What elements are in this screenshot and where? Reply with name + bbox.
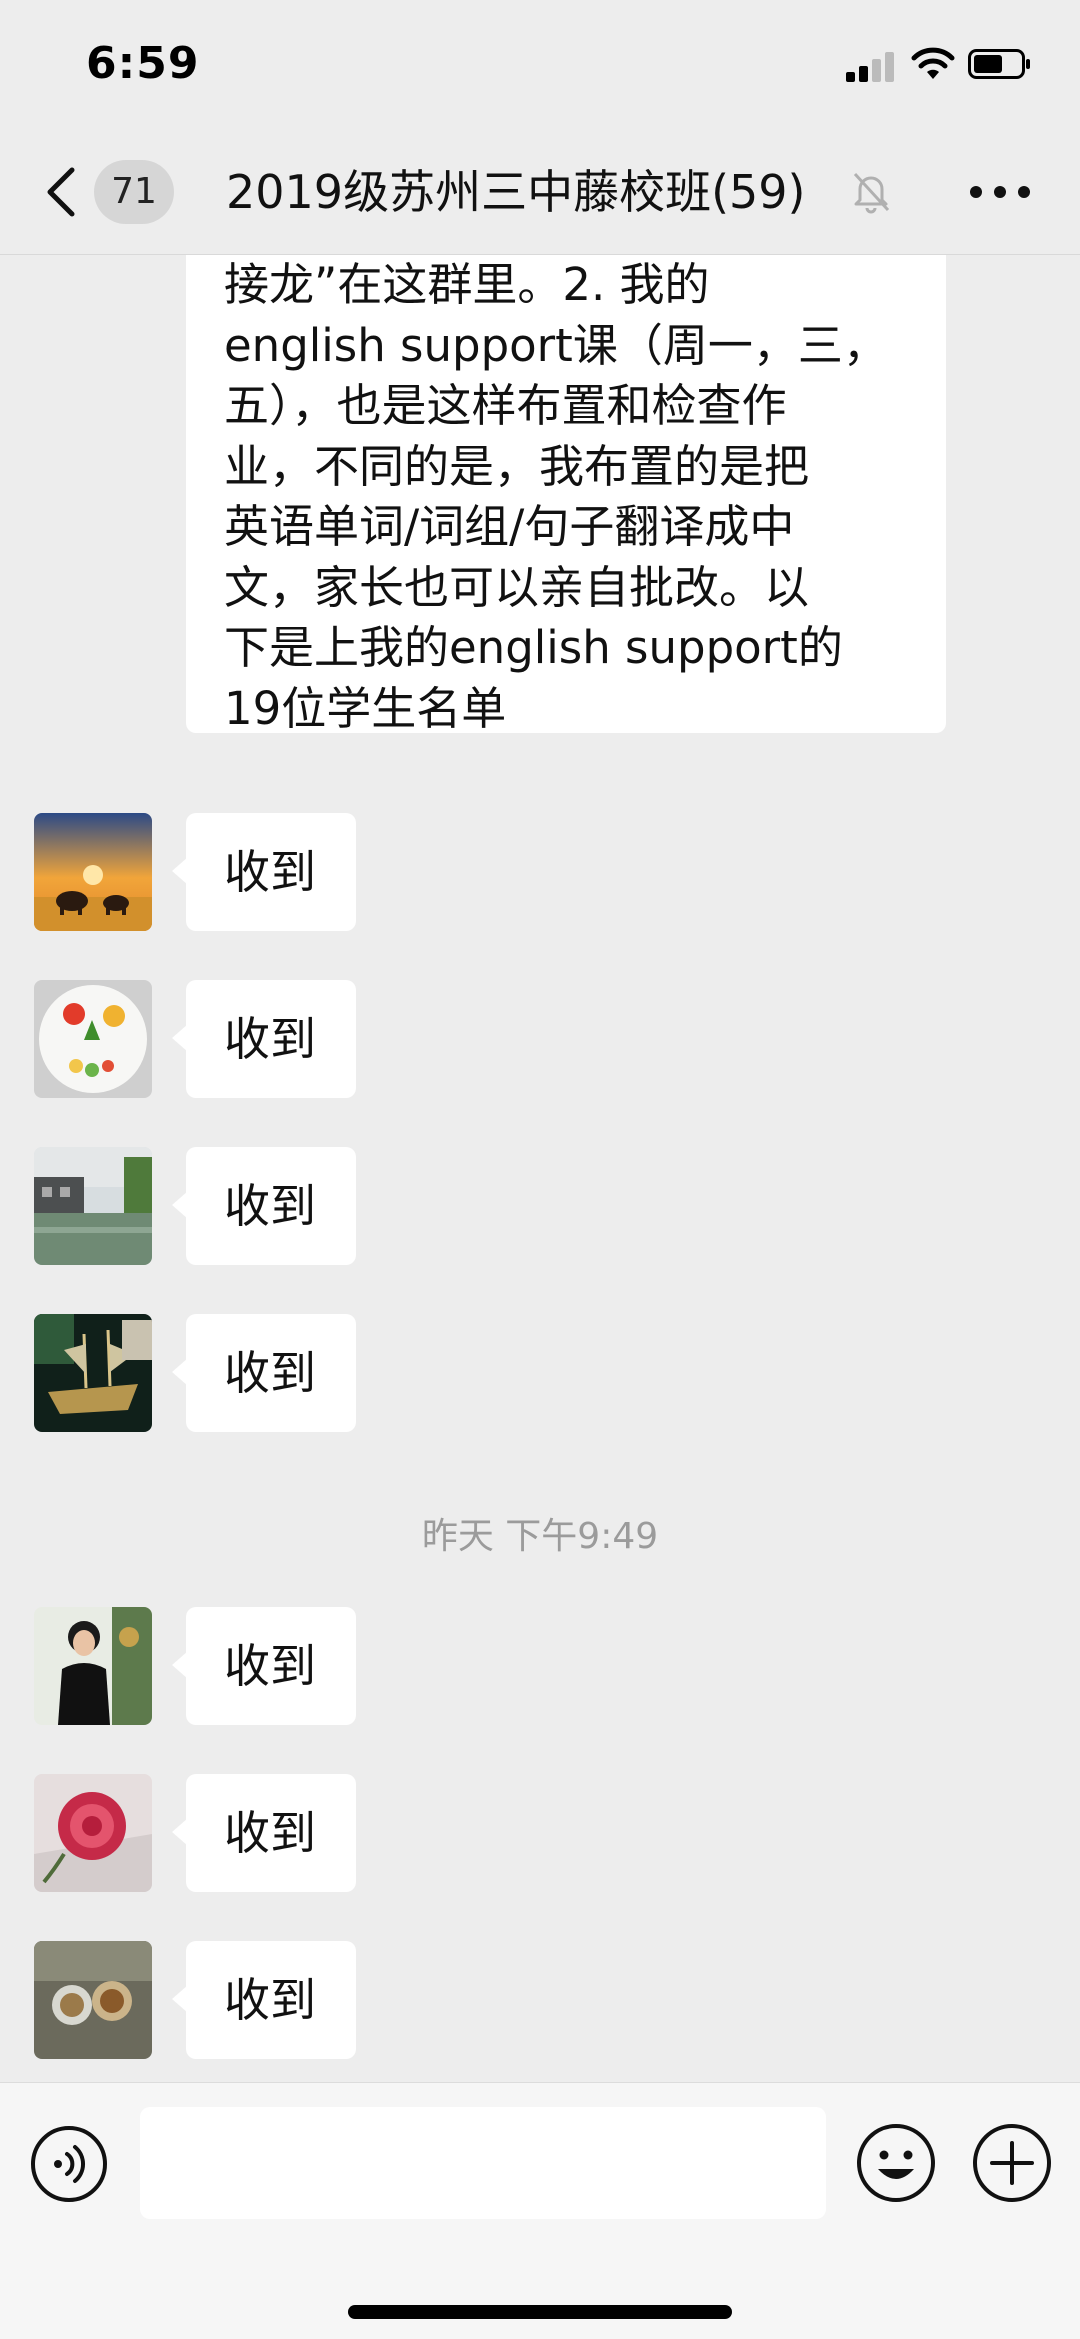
battery-icon	[968, 49, 1030, 79]
message-bubble[interactable]: 收到	[172, 813, 356, 931]
message-text: 收到	[224, 1012, 316, 1066]
avatar[interactable]	[34, 1147, 152, 1265]
message-text: 收到	[224, 1639, 316, 1693]
chat-title: 2019级苏州三中藤校班(59)	[226, 165, 806, 219]
message-row: 收到	[0, 1314, 1080, 1434]
emoji-icon[interactable]	[856, 2123, 936, 2203]
chat-header: 71 2019级苏州三中藤校班(59)	[0, 130, 1080, 255]
wifi-icon	[911, 47, 955, 79]
message-bubble[interactable]: 收到	[172, 1774, 356, 1892]
input-bar	[0, 2082, 1080, 2339]
status-time: 6:59	[86, 38, 200, 89]
unread-count-badge[interactable]: 71	[94, 160, 174, 224]
chevron-left-icon[interactable]	[44, 166, 78, 218]
message-bubble[interactable]: 收到	[172, 1607, 356, 1725]
message-timestamp: 昨天 下午9:49	[421, 1516, 659, 1557]
avatar[interactable]	[34, 1774, 152, 1892]
cellular-signal-icon	[846, 52, 896, 82]
message-row: 收到	[0, 1774, 1080, 1894]
message-bubble[interactable]: 收到	[172, 980, 356, 1098]
chat-screen: 6:59 71 2019级苏州三中藤校班(59) 接龙”在这群里。2. 我的 e…	[0, 0, 1080, 2339]
message-text: 收到	[224, 1973, 316, 2027]
avatar[interactable]	[34, 813, 152, 931]
voice-icon[interactable]	[30, 2125, 108, 2203]
message-text: 收到	[224, 1806, 316, 1860]
message-text: 收到	[224, 1179, 316, 1233]
plus-icon[interactable]	[972, 2123, 1052, 2203]
message-text: 收到	[224, 1346, 316, 1400]
message-row: 收到	[0, 1941, 1080, 2061]
message-text: 收到	[224, 845, 316, 899]
message-row: 收到	[0, 1147, 1080, 1267]
message-bubble[interactable]: 接龙”在这群里。2. 我的 english support课（周一，三， 五），…	[186, 255, 946, 735]
more-dots-icon[interactable]	[970, 184, 1030, 200]
message-bubble[interactable]: 收到	[172, 1941, 356, 2059]
message-bubble[interactable]: 收到	[172, 1314, 356, 1432]
message-row: 收到	[0, 980, 1080, 1100]
message-row: 收到	[0, 813, 1080, 933]
message-list[interactable]: 接龙”在这群里。2. 我的 english support课（周一，三， 五），…	[0, 255, 1080, 2082]
avatar[interactable]	[34, 1941, 152, 2059]
message-text: 接龙”在这群里。2. 我的 english support课（周一，三， 五），…	[224, 258, 888, 735]
message-input[interactable]	[140, 2107, 826, 2219]
avatar[interactable]	[34, 1314, 152, 1432]
message-row: 收到	[0, 1607, 1080, 1727]
bell-slash-icon	[853, 172, 890, 214]
home-indicator[interactable]	[348, 2305, 732, 2319]
message-bubble[interactable]: 收到	[172, 1147, 356, 1265]
avatar[interactable]	[34, 1607, 152, 1725]
status-bar: 6:59	[0, 0, 1080, 130]
avatar[interactable]	[34, 980, 152, 1098]
